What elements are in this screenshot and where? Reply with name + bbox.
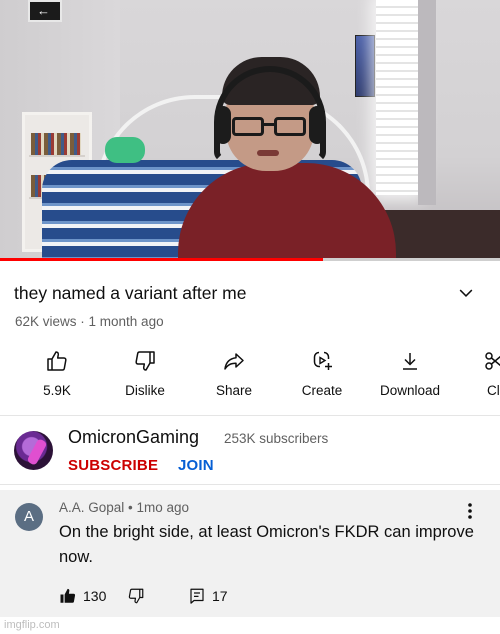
thumbs-up-filled-icon [60, 588, 76, 603]
more-vert-icon[interactable] [462, 502, 478, 520]
create-button[interactable]: Create [277, 347, 367, 403]
comment-like-count: 130 [83, 588, 107, 604]
comment-reply-count: 17 [212, 588, 228, 604]
clip-label: Cl [487, 383, 500, 398]
join-button[interactable]: JOIN [178, 457, 214, 474]
clip-icon [485, 352, 500, 370]
create-label: Create [301, 383, 343, 398]
share-icon [224, 353, 244, 370]
chevron-down-icon[interactable] [456, 283, 476, 303]
download-icon [403, 353, 417, 370]
video-player[interactable] [0, 0, 500, 261]
action-bar: 5.9K Dislike Share Create Download Cl [0, 347, 500, 403]
clip-button[interactable]: Cl [453, 347, 500, 403]
dislike-label: Dislike [125, 383, 165, 398]
comment-text: On the bright side, at least Omicron's F… [59, 523, 474, 566]
video-frame-window [376, 0, 418, 195]
thumbs-down-icon [135, 351, 155, 371]
create-icon [313, 351, 332, 370]
like-button[interactable]: 5.9K [12, 347, 102, 403]
video-frame-poster [355, 35, 375, 97]
reply-comment-icon [190, 588, 204, 604]
subscribe-button[interactable]: SUBSCRIBE [68, 457, 158, 474]
video-title: they named a variant after me [14, 283, 247, 303]
comment-actions: 130 17 [0, 584, 500, 608]
comment-avatar[interactable]: A [15, 503, 43, 531]
channel-avatar[interactable] [14, 431, 53, 470]
thumbs-down-icon [128, 588, 144, 604]
video-frame-sign [28, 0, 62, 22]
dislike-button[interactable]: Dislike [100, 347, 190, 403]
comment-author[interactable]: A.A. Gopal • 1mo ago [59, 500, 189, 515]
watermark: imgflip.com [4, 619, 60, 631]
download-label: Download [379, 383, 441, 398]
video-progress-bar[interactable] [0, 258, 500, 261]
comment-reply-button[interactable]: 17 [188, 584, 228, 608]
comment-card: A A.A. Gopal • 1mo ago On the bright sid… [0, 490, 500, 617]
share-label: Share [215, 383, 253, 398]
download-button[interactable]: Download [365, 347, 455, 403]
video-progress-fill [0, 258, 323, 261]
divider [0, 415, 500, 416]
thumbs-up-icon [47, 351, 67, 371]
comment-dislike-button[interactable] [127, 584, 145, 608]
channel-name[interactable]: OmicronGaming [68, 427, 199, 448]
video-meta: 62K views · 1 month ago [15, 314, 164, 329]
share-button[interactable]: Share [189, 347, 279, 403]
divider [0, 484, 500, 485]
subscriber-count: 253K subscribers [224, 431, 329, 446]
video-title-row[interactable]: they named a variant after me [14, 283, 486, 307]
comment-like-button[interactable]: 130 [59, 584, 106, 608]
like-count: 5.9K [43, 383, 71, 398]
